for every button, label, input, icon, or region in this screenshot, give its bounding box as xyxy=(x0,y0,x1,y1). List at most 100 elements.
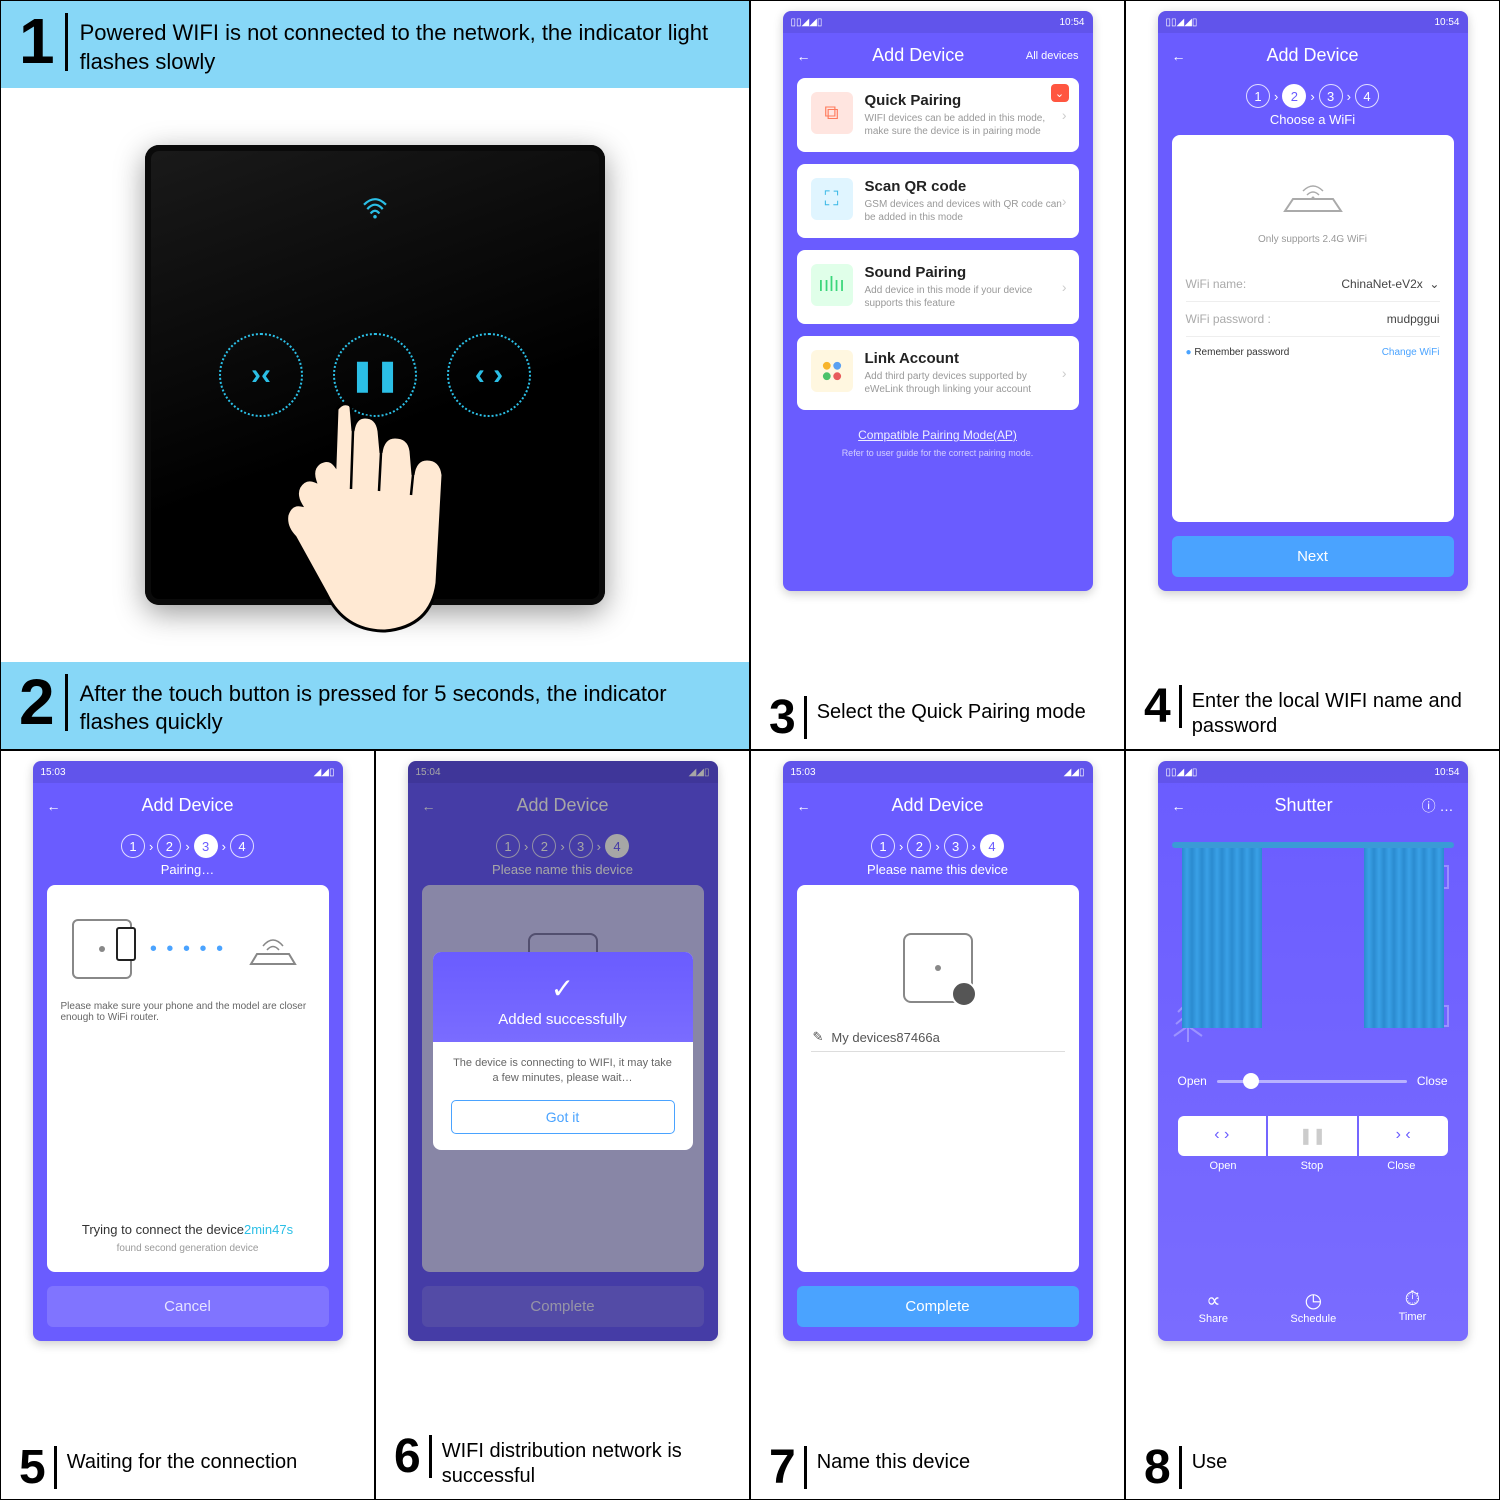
compatible-mode-link[interactable]: Compatible Pairing Mode(AP) xyxy=(783,428,1093,442)
device-name-input[interactable]: ✎ My devices87466a xyxy=(811,1023,1065,1052)
wall-switch: ›‹ ❚❚ ‹ › xyxy=(145,145,605,605)
phone-header: ← Add Device xyxy=(783,783,1093,828)
phone-header: ← Add Device xyxy=(1158,33,1468,78)
open-button[interactable]: ‹ › xyxy=(1178,1116,1267,1156)
change-wifi-link[interactable]: Change WiFi xyxy=(1382,347,1440,358)
step3-cell: ▯▯◢◢▯10:54 ← Add Device All devices ⌄ ⧉ … xyxy=(750,0,1125,750)
remember-checkbox[interactable]: ● Remember password xyxy=(1186,347,1290,358)
step1-number: 1 xyxy=(19,13,68,71)
step4-phone: ▯▯◢◢▯10:54 ← Add Device 1›2›3›4 Choose a… xyxy=(1158,11,1468,591)
success-modal-overlay: ✓ Added successfully The device is conne… xyxy=(408,761,718,1341)
more-icon[interactable]: ⓘ … xyxy=(1422,796,1454,816)
back-icon[interactable]: ← xyxy=(1172,48,1186,64)
switch-illustration: ›‹ ❚❚ ‹ › xyxy=(1,88,749,662)
pairing-hint: Refer to user guide for the correct pair… xyxy=(783,448,1093,458)
step6-cell: 15:04◢◢▯ ← Add Device 1›2›3›4 Please nam… xyxy=(375,750,750,1500)
page-title: Add Device xyxy=(1266,45,1358,66)
step6-caption: 6 WIFI distribution network is successfu… xyxy=(376,1425,749,1499)
step7-cell: 15:03◢◢▯ ← Add Device 1›2›3›4 Please nam… xyxy=(750,750,1125,1500)
chevron-right-icon: › xyxy=(1062,279,1067,295)
status-bar: ▯▯◢◢▯10:54 xyxy=(1158,11,1468,33)
sound-icon: ıılıı xyxy=(811,264,853,306)
step2-number: 2 xyxy=(19,674,68,732)
link-account-card[interactable]: Link Account Add third party devices sup… xyxy=(797,336,1079,410)
back-icon[interactable]: ← xyxy=(797,798,811,814)
pairing-body: • • • • • Please make sure your phone an… xyxy=(47,885,329,1272)
step8-caption: 8 Use xyxy=(1126,1436,1499,1499)
success-modal: ✓ Added successfully The device is conne… xyxy=(433,952,693,1151)
timer-button[interactable]: ⏱Timer xyxy=(1399,1288,1427,1325)
clock-icon: ◷ xyxy=(1290,1288,1336,1313)
step-indicator: 1›2›3›4 xyxy=(783,828,1093,860)
chevron-right-icon: › xyxy=(1062,107,1067,123)
status-bar: 15:03◢◢▯ xyxy=(33,761,343,783)
pairing-illustration: • • • • • xyxy=(61,919,315,979)
next-button[interactable]: Next xyxy=(1172,536,1454,577)
page-title: Add Device xyxy=(872,45,964,66)
router-icon xyxy=(1186,171,1440,226)
stop-button[interactable]: ❚❚ xyxy=(1268,1116,1357,1156)
step4-caption: 4 Enter the local WIFI name and password xyxy=(1126,675,1499,749)
step4-cell: ▯▯◢◢▯10:54 ← Add Device 1›2›3›4 Choose a… xyxy=(1125,0,1500,750)
name-device-body: ✎ My devices87466a xyxy=(797,885,1079,1272)
step2-text: After the touch button is pressed for 5 … xyxy=(80,674,731,737)
bottom-nav: ∝Share ◷Schedule ⏱Timer xyxy=(1158,1272,1468,1341)
step6-phone: 15:04◢◢▯ ← Add Device 1›2›3›4 Please nam… xyxy=(408,761,718,1341)
complete-button[interactable]: Complete xyxy=(797,1286,1079,1327)
step7-caption: 7 Name this device xyxy=(751,1436,1124,1499)
step1-text: Powered WIFI is not connected to the net… xyxy=(80,13,731,76)
step7-phone: 15:03◢◢▯ ← Add Device 1›2›3›4 Please nam… xyxy=(783,761,1093,1341)
step8-phone: ▯▯◢◢▯10:54 ← Shutter ⓘ … xyxy=(1158,761,1468,1341)
step5-phone: 15:03◢◢▯ ← Add Device 1›2›3›4 Pairing… •… xyxy=(33,761,343,1341)
qr-icon: ⛶ xyxy=(811,178,853,220)
wifi-password-field[interactable]: WiFi password : mudpggui xyxy=(1186,302,1440,337)
back-icon[interactable]: ← xyxy=(1172,798,1186,814)
sound-pairing-card[interactable]: ıılıı Sound Pairing Add device in this m… xyxy=(797,250,1079,324)
wifi-name-field[interactable]: WiFi name: ChinaNet-eV2x ⌄ xyxy=(1186,267,1440,302)
quick-pairing-card[interactable]: ⌄ ⧉ Quick Pairing WIFI devices can be ad… xyxy=(797,78,1079,152)
step5-cell: 15:03◢◢▯ ← Add Device 1›2›3›4 Pairing… •… xyxy=(0,750,375,1500)
got-it-button[interactable]: Got it xyxy=(451,1100,675,1134)
status-bar: ▯▯◢◢▯10:54 xyxy=(1158,761,1468,783)
back-icon[interactable]: ← xyxy=(47,798,61,814)
scan-qr-card[interactable]: ⛶ Scan QR code GSM devices and devices w… xyxy=(797,164,1079,238)
curtain-illustration xyxy=(1172,842,1454,1042)
back-icon[interactable]: ← xyxy=(797,48,811,64)
check-icon: ✓ xyxy=(443,972,683,1005)
badge-icon: ⌄ xyxy=(1051,84,1069,102)
connection-status: Trying to connect the device2min47s xyxy=(61,1222,315,1237)
phone-header: ← Add Device xyxy=(33,783,343,828)
cancel-button[interactable]: Cancel xyxy=(47,1286,329,1327)
status-bar: ▯▯◢◢▯10:54 xyxy=(783,11,1093,33)
step-1-2-panel: 1 Powered WIFI is not connected to the n… xyxy=(0,0,750,750)
step3-phone: ▯▯◢◢▯10:54 ← Add Device All devices ⌄ ⧉ … xyxy=(783,11,1093,591)
step-indicator: 1›2›3›4 xyxy=(33,828,343,860)
wifi-form: Only supports 2.4G WiFi WiFi name: China… xyxy=(1172,135,1454,522)
schedule-button[interactable]: ◷Schedule xyxy=(1290,1288,1336,1325)
all-devices-link[interactable]: All devices xyxy=(1026,50,1079,62)
chevron-right-icon: › xyxy=(1062,193,1067,209)
edit-icon: ✎ xyxy=(813,1029,824,1045)
slider-thumb[interactable] xyxy=(1243,1073,1259,1089)
step3-caption: 3 Select the Quick Pairing mode xyxy=(751,686,1124,749)
phone-header: ← Add Device All devices xyxy=(783,33,1093,78)
step2-strip: 2 After the touch button is pressed for … xyxy=(1,662,749,749)
hand-icon xyxy=(265,395,465,645)
step8-cell: ▯▯◢◢▯10:54 ← Shutter ⓘ … xyxy=(1125,750,1500,1500)
status-bar: 15:03◢◢▯ xyxy=(783,761,1093,783)
step1-strip: 1 Powered WIFI is not connected to the n… xyxy=(1,1,749,88)
phone-header: ← Shutter ⓘ … xyxy=(1158,783,1468,828)
step5-caption: 5 Waiting for the connection xyxy=(1,1436,374,1499)
share-button[interactable]: ∝Share xyxy=(1199,1288,1228,1325)
quick-pairing-icon: ⧉ xyxy=(811,92,853,134)
close-button[interactable]: › ‹ xyxy=(1359,1116,1448,1156)
chevron-right-icon: › xyxy=(1062,365,1067,381)
nest-icon xyxy=(811,350,853,392)
step-indicator: 1›2›3›4 xyxy=(1158,78,1468,110)
wifi-icon xyxy=(361,195,389,226)
position-slider[interactable]: Open Close xyxy=(1158,1074,1468,1088)
share-icon: ∝ xyxy=(1199,1288,1228,1313)
device-icon[interactable] xyxy=(903,933,973,1003)
timer-icon: ⏱ xyxy=(1399,1288,1427,1311)
control-buttons: ‹ › ❚❚ › ‹ xyxy=(1158,1116,1468,1156)
